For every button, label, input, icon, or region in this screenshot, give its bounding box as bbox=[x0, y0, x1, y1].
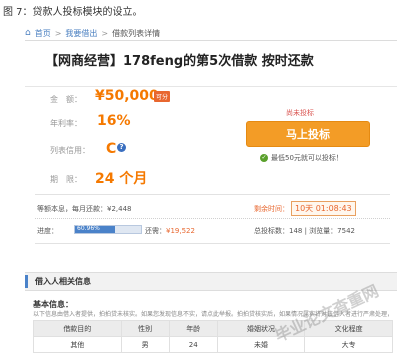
amount-badge: 可分 bbox=[154, 91, 171, 102]
table-cell: 24 bbox=[168, 336, 218, 353]
section-accent-bar bbox=[25, 275, 28, 288]
remaining-amount: 还需：¥19,522 bbox=[145, 226, 195, 236]
amount-value: ¥50,000 bbox=[95, 88, 159, 104]
table-cell: 大专 bbox=[304, 336, 393, 353]
repayment-text: 等额本息，每月还款：¥2,448 bbox=[37, 205, 132, 213]
amount-label: 金 额： bbox=[50, 95, 82, 104]
shield-icon: ✓ bbox=[260, 154, 268, 162]
credit-label: 列表信用： bbox=[50, 146, 90, 155]
table-header-cell: 性别 bbox=[120, 320, 170, 337]
divider bbox=[35, 194, 390, 195]
term-label: 期 限： bbox=[50, 175, 82, 184]
remaining-label: 还需： bbox=[145, 227, 166, 235]
divider bbox=[35, 218, 390, 219]
table-header-cell: 年龄 bbox=[168, 320, 218, 337]
borrower-info-header: 借入人相关信息 bbox=[25, 272, 397, 291]
progress-percent-text: 60.96% bbox=[77, 225, 100, 232]
borrower-info-table: 借款目的 性别 年龄 婚姻状况 文化程度 其他 男 24 未婚 大专 bbox=[33, 320, 393, 353]
breadcrumb-current: 借款列表详情 bbox=[112, 28, 161, 38]
credit-grade: C bbox=[106, 141, 117, 157]
divider bbox=[35, 243, 390, 244]
table-cell: 男 bbox=[120, 336, 170, 353]
table-header-row: 借款目的 性别 年龄 婚姻状况 文化程度 bbox=[33, 320, 393, 337]
progress-label: 进度： bbox=[37, 227, 58, 235]
loan-title: 【网商经营】178feng的第5次借款 按时还款 bbox=[45, 54, 314, 69]
bid-status: 尚未投标 bbox=[286, 109, 314, 117]
countdown-label: 剩余时间： bbox=[254, 205, 289, 213]
rate-value: 16% bbox=[97, 113, 131, 129]
remaining-value: ¥19,522 bbox=[166, 227, 195, 235]
divider bbox=[25, 86, 397, 87]
help-icon[interactable]: ? bbox=[117, 143, 126, 152]
breadcrumb-separator: > bbox=[54, 28, 62, 38]
term-value: 24 个月 bbox=[95, 171, 148, 187]
section-title: 借入人相关信息 bbox=[35, 277, 91, 286]
rate-label: 年利率： bbox=[50, 119, 82, 128]
breadcrumb-borrow-link[interactable]: 我要借出 bbox=[65, 28, 97, 39]
breadcrumb-home-link[interactable]: 首页 bbox=[35, 28, 51, 39]
min-invest-note: ✓ 最低50元就可以投标！ bbox=[260, 153, 343, 163]
progress-bar: 60.96% bbox=[74, 225, 142, 234]
home-icon[interactable]: ⌂ bbox=[25, 28, 31, 38]
figure-caption: 图 7：贷款人投标模块的设立。 bbox=[3, 7, 143, 18]
table-row: 其他 男 24 未婚 大专 bbox=[33, 336, 393, 353]
breadcrumb: ⌂ 首页 > 我要借出 > 借款列表详情 bbox=[25, 26, 397, 40]
countdown-timer: 10天 01:08:43 bbox=[291, 201, 356, 216]
divider bbox=[25, 40, 397, 41]
table-cell: 其他 bbox=[33, 336, 122, 353]
breadcrumb-separator: > bbox=[101, 28, 109, 38]
min-invest-text: 最低50元就可以投标！ bbox=[271, 154, 343, 162]
progress-fill: 60.96% bbox=[75, 225, 116, 233]
table-header-cell: 借款目的 bbox=[33, 320, 122, 337]
invest-button[interactable]: 马上投标 bbox=[246, 121, 370, 147]
bid-stats: 总投标数：148 | 浏览量：7542 bbox=[254, 227, 355, 235]
